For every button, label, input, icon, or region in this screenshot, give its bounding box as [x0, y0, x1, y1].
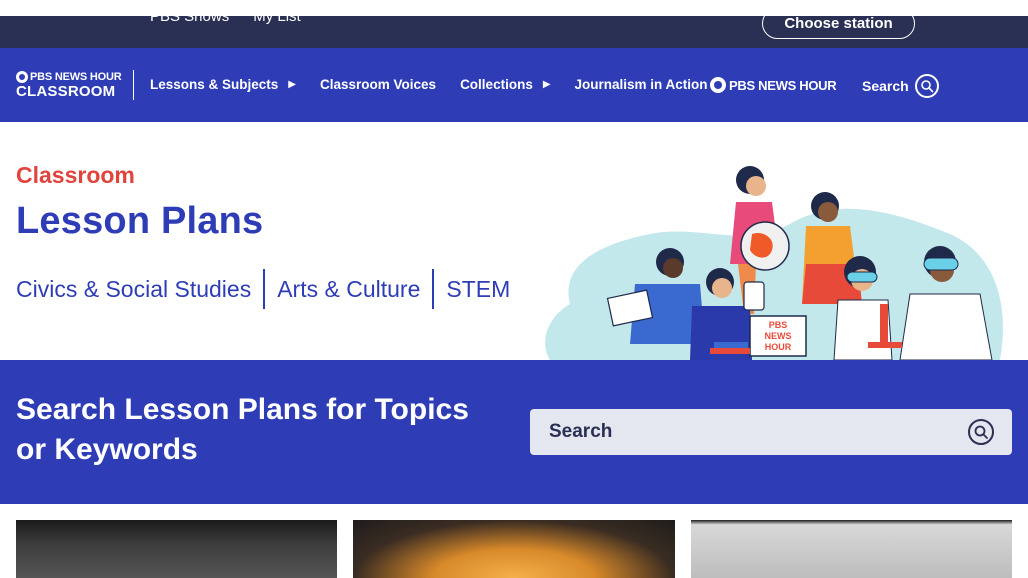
search-box	[530, 409, 1012, 455]
search-heading: Search Lesson Plans for Topics or Keywor…	[16, 393, 469, 466]
caret-right-icon: ▶	[542, 78, 551, 90]
nav-item-label: Classroom Voices	[320, 76, 437, 92]
nav-items: Lessons & Subjects ▶ Classroom Voices Co…	[150, 48, 732, 122]
search-band: Search Lesson Plans for Topics or Keywor…	[0, 360, 1028, 504]
caret-right-icon: ▶	[288, 78, 296, 90]
sign-text-line2: NEWS	[765, 331, 792, 341]
nav-item-label: Journalism in Action	[574, 76, 708, 92]
pbs-newshour-logo[interactable]: PBS NEWS HOUR	[710, 77, 837, 93]
utility-links: PBS Shows My List	[150, 5, 301, 29]
nav-collections[interactable]: Collections ▶	[460, 77, 550, 92]
subject-link-arts[interactable]: Arts & Culture	[277, 276, 420, 303]
subject-link-stem[interactable]: STEM	[446, 276, 510, 303]
nav-item-label: Collections	[460, 76, 533, 92]
search-input[interactable]	[530, 409, 950, 455]
nav-item-label: Lessons & Subjects	[150, 76, 279, 92]
search-submit-button[interactable]	[968, 419, 994, 445]
page-title: Lesson Plans	[16, 200, 264, 242]
subject-links: Civics & Social Studies Arts & Culture S…	[16, 269, 510, 309]
hero: Classroom Lesson Plans Civics & Social S…	[0, 122, 1028, 360]
choose-station-button[interactable]: Choose station	[762, 8, 915, 39]
divider	[432, 269, 435, 309]
logo-line2: CLASSROOM	[16, 83, 116, 100]
search-icon	[974, 425, 988, 439]
nav-lessons-subjects[interactable]: Lessons & Subjects ▶	[150, 77, 296, 92]
nav-journalism-in-action[interactable]: Journalism in Action	[575, 77, 708, 92]
lesson-card-image[interactable]	[16, 520, 337, 578]
eyebrow-label: Classroom	[16, 162, 135, 188]
my-list-link[interactable]: My List	[253, 5, 301, 29]
pbs-logo-icon	[16, 71, 28, 83]
lesson-cards	[0, 504, 1028, 578]
subject-link-civics[interactable]: Civics & Social Studies	[16, 276, 251, 303]
lesson-card-image[interactable]	[353, 520, 675, 578]
pbs-shows-link[interactable]: PBS Shows	[150, 5, 229, 29]
lesson-card-image[interactable]	[691, 520, 1012, 578]
sign-text-line1: PBS	[769, 320, 788, 330]
nav-classroom-voices[interactable]: Classroom Voices	[320, 77, 436, 92]
classroom-logo[interactable]: PBS NEWS HOUR CLASSROOM	[16, 70, 134, 100]
students-illustration: PBS NEWS HOUR	[545, 166, 1003, 360]
nav-search-label: Search	[862, 78, 909, 94]
utility-bar: PBS Shows My List Choose station	[0, 8, 1028, 48]
pbs-logo-icon	[710, 77, 726, 93]
search-icon	[914, 74, 939, 98]
sign-text-line3: HOUR	[765, 342, 792, 352]
nav-search-button[interactable]: Search	[862, 74, 939, 98]
logo-line1: PBS NEWS HOUR	[30, 71, 122, 83]
main-nav: PBS NEWS HOUR CLASSROOM Lessons & Subjec…	[0, 48, 1028, 122]
divider	[263, 269, 266, 309]
newshour-logo-text: PBS NEWS HOUR	[729, 77, 837, 93]
